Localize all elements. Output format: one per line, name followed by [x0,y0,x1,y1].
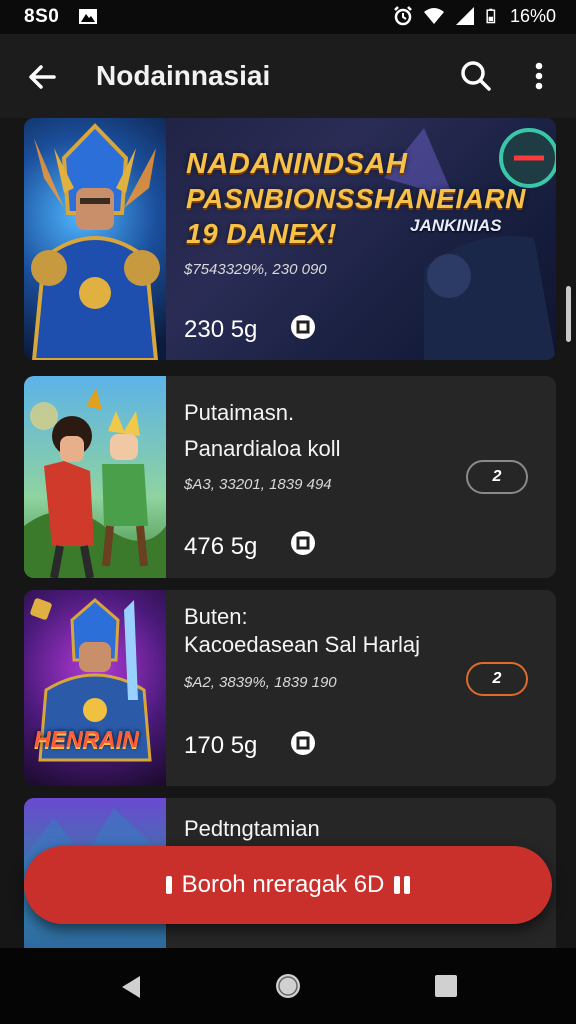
featured-offer-card[interactable]: NADANINDSAH PASNBIONSSHANEIARN 19 DANEX!… [24,118,556,360]
nav-back-icon[interactable] [116,972,146,1002]
offer-action-button[interactable]: 2 [466,662,528,696]
search-icon[interactable] [456,56,496,96]
offer-thumbnail [24,376,166,578]
cta-right-mark-icon [394,876,401,894]
offer-meta: $A3, 33201, 1839 494 [184,476,332,493]
alarm-icon [394,6,412,26]
offer-price: 170 5g [184,732,258,759]
coin-icon [291,731,315,755]
featured-headline-3: 19 DANEX! [186,218,337,249]
status-time: 8S0 [24,6,60,27]
offer-price: 476 5g [184,533,258,560]
featured-price: 230 5g [184,316,258,343]
coin-icon [291,315,315,339]
hero-warrior-illustration [31,123,160,360]
back-arrow-icon[interactable] [22,56,64,98]
app-bar: Nodainnasiai [0,34,576,118]
battery-percent: 16%0 [509,5,556,26]
offer-card[interactable]: HENRAIN Buten: Kacoedasean Sal Harlaj $A… [24,590,556,786]
featured-headline-1: NADANINDSAH [186,148,408,180]
adventure-heroes-illustration [24,388,166,578]
cta-left-mark-icon [165,876,172,894]
offer-action-button[interactable]: 2 [466,460,528,494]
nav-home-icon[interactable] [272,970,304,1002]
status-icons: 16%0 [392,5,556,27]
offer-meta: $A2, 3839%, 1839 190 [184,674,337,691]
offer-title: Buten: [184,604,248,629]
wifi-icon [423,8,444,24]
signal-icon [455,7,474,25]
cta-right-mark-icon-2 [404,876,411,894]
featured-brand-tag: JANKINIAS [410,216,502,235]
battery-icon [486,8,496,24]
featured-headline-2: PASNBIONSSHANEIARN [186,183,526,214]
primary-cta-button[interactable]: Boroh nreragak 6D [24,846,552,924]
offer-card[interactable]: Putaimasn. Panardialoa koll $A3, 33201, … [24,376,556,578]
offer-subtitle: Panardialoa koll [184,436,341,461]
offer-thumbnail: HENRAIN [24,590,166,786]
offer-title: Putaimasn. [184,400,295,425]
offer-title: Pedtngtamian [184,816,320,841]
scrollbar-thumb[interactable] [566,286,571,342]
offer-list[interactable]: NADANINDSAH PASNBIONSSHANEIARN 19 DANEX!… [0,118,576,948]
armored-knight-illustration [30,598,152,762]
nav-recents-icon[interactable] [432,972,460,1000]
featured-hero-image [24,118,166,360]
image-notification-icon [79,9,97,24]
thumbnail-logo: HENRAIN [34,726,139,752]
more-vert-icon[interactable] [522,56,556,96]
page-title: Nodainnasiai [96,60,271,91]
status-bar: 8S0 16%0 [0,0,576,34]
system-nav-bar [0,948,576,1024]
cta-label: Boroh nreragak 6D [181,871,385,898]
featured-meta: $7543329%, 230 090 [184,261,327,278]
offer-subtitle: Kacoedasean Sal Harlaj [184,632,421,657]
coin-icon [291,531,315,555]
